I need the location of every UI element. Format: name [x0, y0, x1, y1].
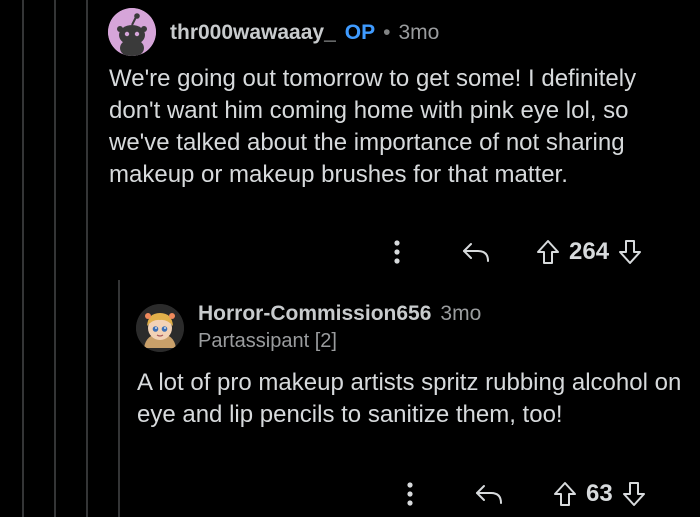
comment-reply: Horror-Commission656 3mo Partassipant [2… — [0, 280, 700, 517]
timestamp: 3mo — [440, 302, 482, 325]
comment-body: A lot of pro makeup artists spritz rubbi… — [137, 369, 682, 428]
action-bar: 264 — [385, 234, 645, 270]
more-options-icon[interactable] — [398, 476, 422, 512]
downvote-icon[interactable] — [615, 234, 645, 270]
action-bar: 63 — [398, 476, 649, 512]
separator-dot: • — [383, 21, 391, 44]
snoo-avatar-icon[interactable] — [108, 8, 156, 56]
thread-line-4[interactable] — [118, 280, 120, 517]
vote-count: 264 — [569, 238, 610, 265]
comment-body: We're going out tomorrow to get some! I … — [109, 65, 637, 188]
character-avatar-icon[interactable] — [136, 304, 184, 352]
username[interactable]: thr000wawaaay_ — [170, 21, 336, 45]
reply-icon[interactable] — [472, 476, 506, 512]
vote-count: 63 — [586, 480, 613, 507]
more-options-icon[interactable] — [385, 234, 409, 270]
downvote-icon[interactable] — [619, 476, 649, 512]
upvote-icon[interactable] — [533, 234, 563, 270]
op-badge: OP — [344, 21, 376, 44]
comment-header: Horror-Commission656 3mo — [198, 302, 481, 326]
upvote-icon[interactable] — [550, 476, 580, 512]
reply-icon[interactable] — [459, 234, 493, 270]
user-flair: Partassipant [2] — [198, 330, 337, 352]
comment-op: thr000wawaaay_ OP • 3mo We're going out … — [0, 0, 700, 280]
username[interactable]: Horror-Commission656 — [198, 302, 431, 326]
timestamp: 3mo — [398, 21, 440, 44]
comment-header: thr000wawaaay_ OP • 3mo — [170, 21, 439, 45]
